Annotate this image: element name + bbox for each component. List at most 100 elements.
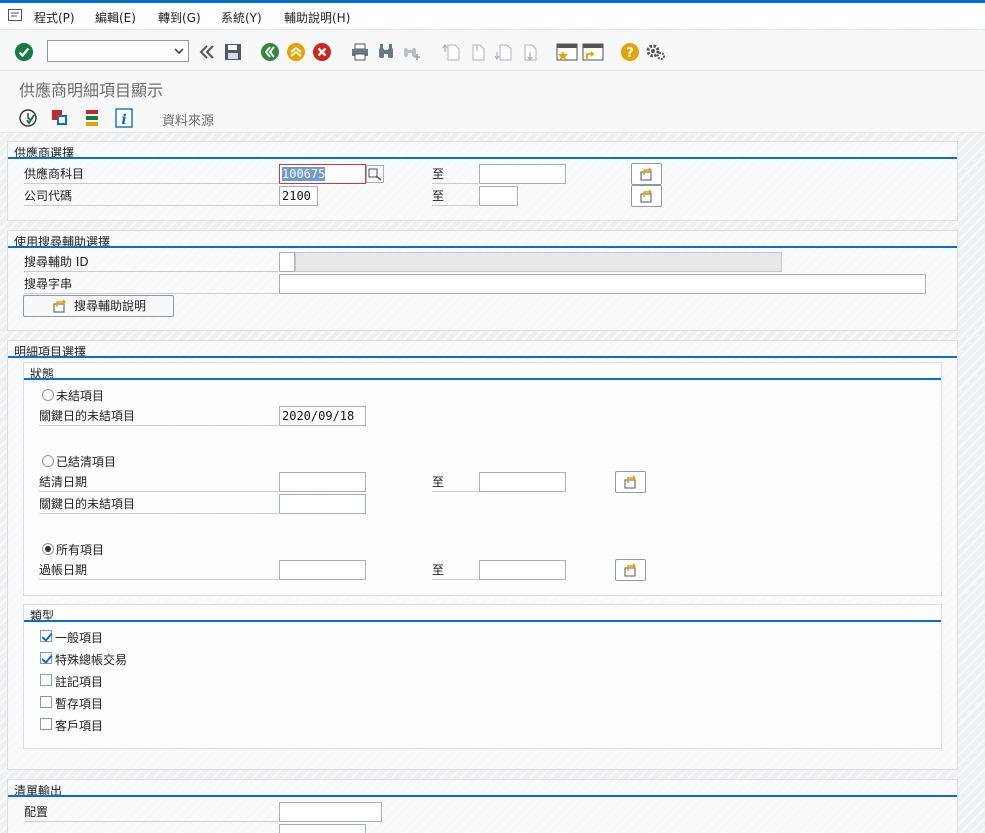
- noted-items-checkbox[interactable]: [40, 674, 52, 686]
- multiple-selection-icon: [640, 189, 653, 203]
- back-icon[interactable]: [259, 41, 281, 63]
- cleared-key-date-field[interactable]: [279, 494, 366, 514]
- max-items-field[interactable]: [279, 824, 366, 833]
- group-divider: [24, 620, 941, 622]
- group-divider: [8, 246, 957, 248]
- multiple-selection-icon: [624, 563, 637, 577]
- save-icon[interactable]: [222, 41, 244, 63]
- standard-toolbar: ?: [0, 31, 985, 71]
- parked-items-label: 暫存項目: [55, 697, 104, 711]
- chevron-down-icon[interactable]: [173, 44, 185, 58]
- cleared-items-radio[interactable]: [42, 455, 54, 467]
- menu-edit[interactable]: 編輯(E): [95, 9, 136, 26]
- group-divider: [24, 378, 941, 380]
- clearing-date-from-field[interactable]: [279, 472, 366, 492]
- page-title: 供應商明細項目顯示: [19, 81, 164, 100]
- normal-items-checkbox[interactable]: [40, 630, 52, 642]
- new-session-icon[interactable]: [556, 41, 578, 63]
- last-page-icon[interactable]: [519, 41, 541, 63]
- company-code-multiple-selection-button[interactable]: [631, 185, 662, 207]
- vendor-account-value: 100675: [282, 167, 326, 181]
- vendor-account-to-field[interactable]: [479, 164, 566, 184]
- search-icon: [368, 168, 382, 181]
- menu-goto[interactable]: 轉到(G): [158, 9, 201, 26]
- settings-icon[interactable]: [645, 41, 667, 63]
- posting-date-from-field[interactable]: [279, 560, 366, 580]
- help-icon[interactable]: ?: [619, 41, 641, 63]
- find-icon[interactable]: [375, 41, 397, 63]
- group-divider: [8, 157, 957, 159]
- find-next-icon[interactable]: [401, 41, 423, 63]
- clearing-date-to-field[interactable]: [479, 472, 566, 492]
- special-gl-label: 特殊總帳交易: [55, 653, 128, 667]
- previous-page-icon[interactable]: [467, 41, 489, 63]
- posting-date-multiple-selection-button[interactable]: [615, 559, 646, 581]
- layout-field[interactable]: [279, 802, 382, 822]
- cleared-items-label: 已結清項目: [56, 455, 117, 469]
- vendor-account-multiple-selection-button[interactable]: [631, 163, 662, 185]
- open-key-date-field[interactable]: 2020/09/18: [279, 406, 366, 426]
- cleared-key-date-label: 關鍵日的未結項目: [39, 494, 278, 514]
- open-key-date-value: 2020/09/18: [282, 409, 355, 423]
- title-bar: 供應商明細項目顯示: [0, 71, 985, 103]
- selection-options-icon[interactable]: [82, 108, 102, 128]
- shortcut-icon[interactable]: [582, 41, 604, 63]
- command-field[interactable]: [47, 40, 189, 62]
- menu-icon[interactable]: [8, 9, 22, 21]
- first-page-icon[interactable]: [441, 41, 463, 63]
- open-items-radio[interactable]: [42, 389, 54, 401]
- menu-system[interactable]: 系統(Y): [221, 9, 262, 26]
- enter-icon[interactable]: [13, 41, 35, 63]
- menu-help[interactable]: 輔助說明(H): [284, 9, 350, 26]
- search-help-id-label: 搜尋輔助 ID: [24, 252, 278, 272]
- parked-items-checkbox[interactable]: [40, 696, 52, 708]
- search-string-field[interactable]: [279, 274, 926, 294]
- group-divider: [8, 795, 957, 797]
- company-code-to-field[interactable]: [479, 186, 518, 206]
- search-help-description-field: [295, 252, 782, 272]
- menu-bar: 程式(P) 編輯(E) 轉到(G) 系統(Y) 輔助說明(H): [0, 3, 985, 30]
- search-help-button[interactable]: 搜尋輔助說明: [23, 295, 174, 317]
- menu-program[interactable]: 程式(P): [34, 9, 75, 26]
- special-gl-checkbox[interactable]: [40, 652, 52, 664]
- info-icon[interactable]: i: [114, 108, 134, 128]
- posting-date-to-field[interactable]: [479, 560, 566, 580]
- vendor-account-to-label: 至: [432, 164, 478, 184]
- clearing-date-to-label: 至: [432, 472, 478, 492]
- layout-label: 配置: [24, 802, 278, 822]
- noted-items-label: 註記項目: [55, 675, 104, 689]
- svg-text:?: ?: [626, 46, 634, 61]
- multiple-selection-icon: [53, 299, 67, 313]
- data-source-button[interactable]: 資料來源: [162, 110, 214, 129]
- customer-items-checkbox[interactable]: [40, 718, 52, 730]
- all-items-radio[interactable]: [42, 543, 54, 555]
- get-variant-icon[interactable]: [50, 108, 70, 128]
- multiple-selection-icon: [624, 475, 637, 489]
- open-items-label: 未結項目: [56, 389, 105, 403]
- type-group: 類型: [23, 604, 942, 749]
- next-page-icon[interactable]: [493, 41, 515, 63]
- svg-text:i: i: [121, 112, 126, 128]
- clearing-date-multiple-selection-button[interactable]: [615, 471, 646, 493]
- normal-items-label: 一般項目: [55, 631, 104, 645]
- customer-items-label: 客戶項目: [55, 719, 104, 733]
- posting-date-label: 過帳日期: [39, 560, 278, 580]
- company-code-value: 2100: [282, 189, 311, 203]
- exit-icon[interactable]: [285, 41, 307, 63]
- execute-icon[interactable]: [18, 108, 38, 128]
- company-code-from-field[interactable]: 2100: [279, 186, 318, 206]
- vendor-account-label: 供應商科目: [24, 164, 278, 184]
- search-help-id-field[interactable]: [279, 252, 295, 272]
- clearing-date-label: 結清日期: [39, 472, 278, 492]
- multiple-selection-icon: [640, 167, 653, 181]
- company-code-label: 公司代碼: [24, 186, 278, 206]
- all-items-label: 所有項目: [56, 543, 105, 557]
- command-history-icon[interactable]: [196, 41, 218, 63]
- value-help-button[interactable]: [366, 165, 384, 183]
- search-help-button-label: 搜尋輔助說明: [74, 299, 147, 313]
- print-icon[interactable]: [349, 41, 371, 63]
- vendor-account-from-field[interactable]: 100675: [279, 164, 366, 184]
- group-divider: [8, 356, 957, 358]
- posting-date-to-label: 至: [432, 560, 478, 580]
- cancel-icon[interactable]: [311, 41, 333, 63]
